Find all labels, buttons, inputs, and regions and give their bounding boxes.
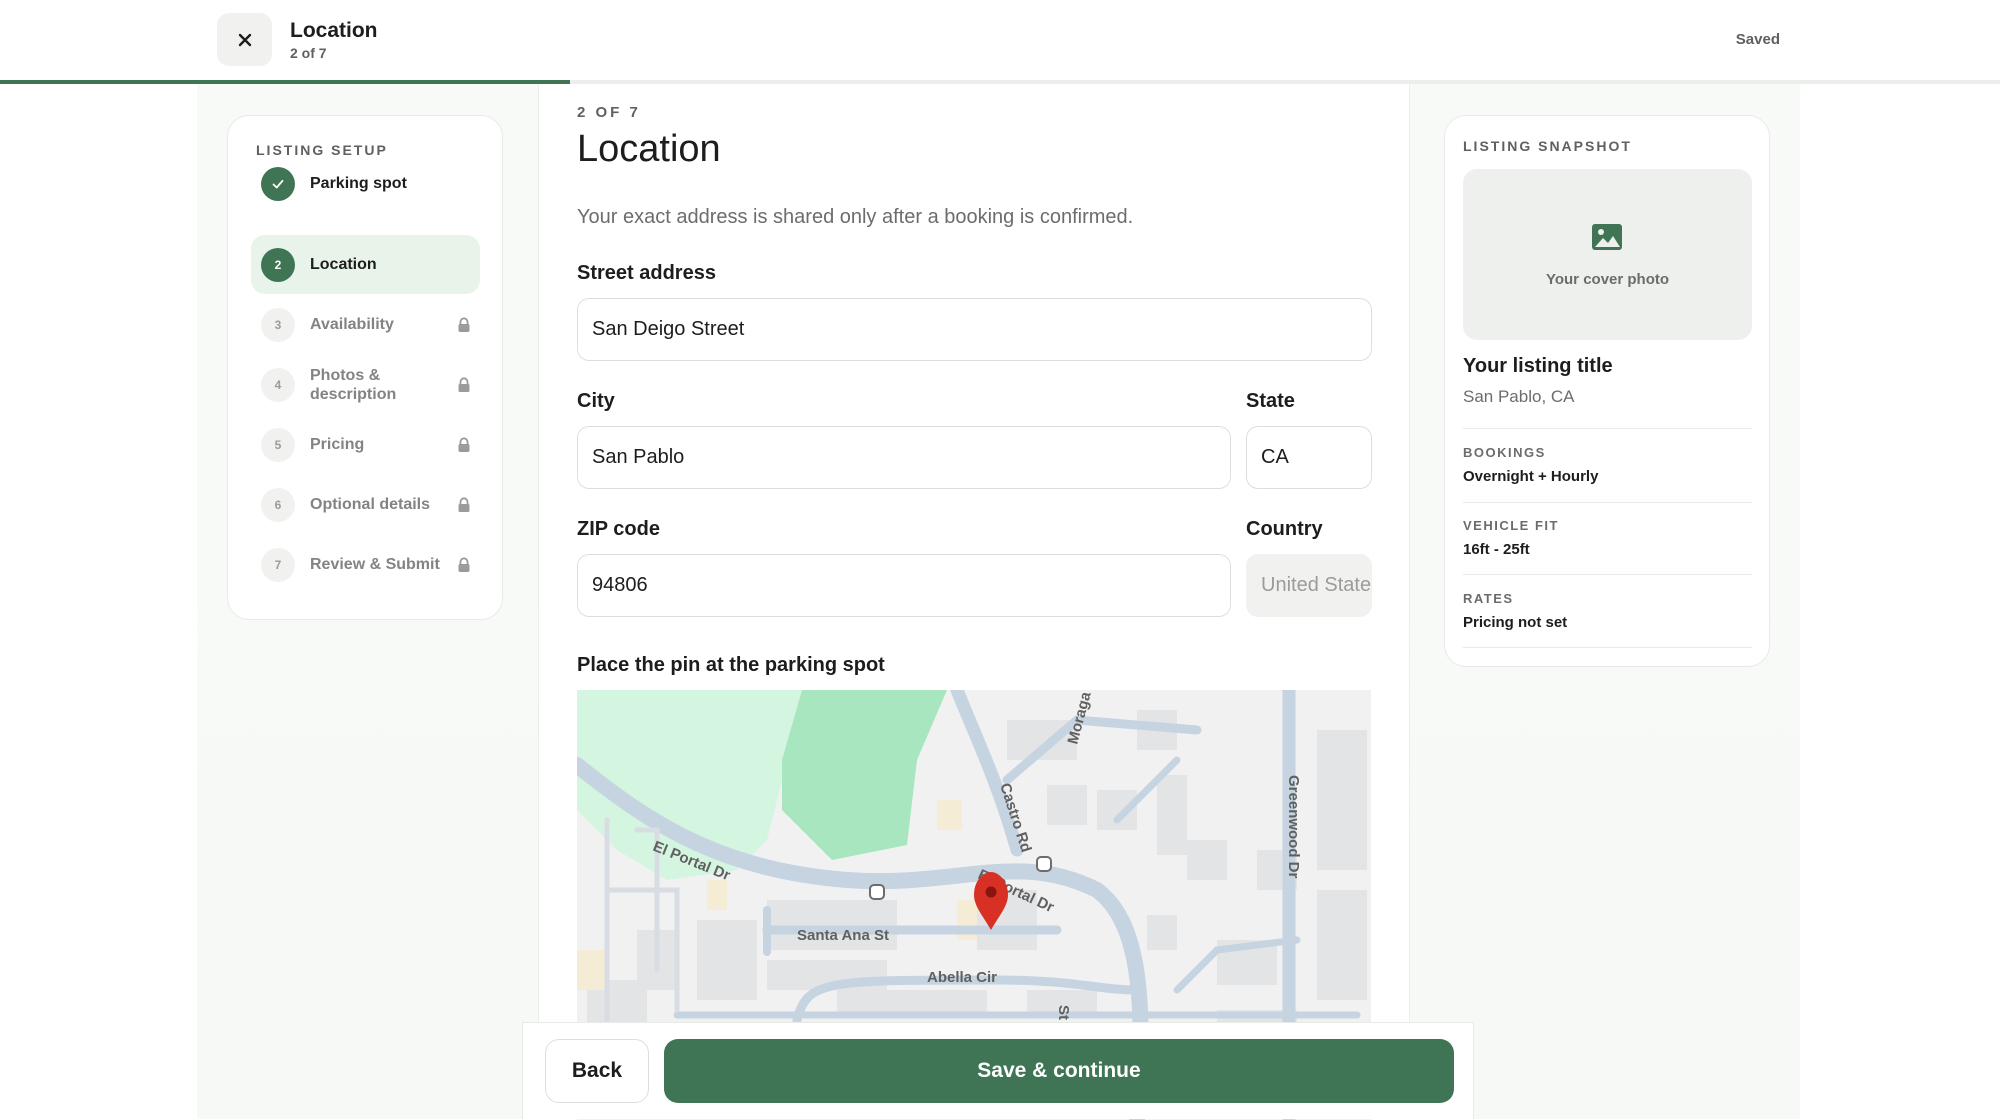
city-label: City <box>577 390 615 412</box>
back-button[interactable]: Back <box>545 1039 649 1103</box>
step-label: Optional details <box>310 496 431 513</box>
step-pricing: 5 Pricing <box>251 415 480 474</box>
snapshot-heading: LISTING SNAPSHOT <box>1463 138 1632 154</box>
step-label: Photos & description <box>310 366 397 403</box>
bookings-label: BOOKINGS <box>1463 445 1546 460</box>
street-label-santa-ana-st: Santa Ana St <box>797 927 889 944</box>
location-form: 2 OF 7 Location Your exact address is sh… <box>538 84 1410 1120</box>
divider <box>1463 502 1752 503</box>
country-input: United States <box>1246 554 1372 617</box>
vehicle-fit-label: VEHICLE FIT <box>1463 518 1559 533</box>
save-continue-button[interactable]: Save & continue <box>664 1039 1454 1103</box>
step-photos-description: 4 Photos & description <box>251 355 480 414</box>
step-number: 7 <box>261 547 295 582</box>
step-label: Availability <box>310 316 394 333</box>
street-label-greenwood-dr: Greenwood Dr <box>1285 775 1302 879</box>
street-label-st: St <box>1055 1005 1072 1020</box>
privacy-note: Your exact address is shared only after … <box>577 206 1134 228</box>
step-label: Pricing <box>310 436 365 453</box>
close-button[interactable] <box>217 13 272 66</box>
header-title: Location <box>290 19 378 42</box>
step-number: 6 <box>261 487 295 522</box>
bookings-value: Overnight + Hourly <box>1463 468 1599 485</box>
listing-location: San Pablo, CA <box>1463 387 1575 406</box>
lock-icon <box>458 316 470 332</box>
listing-setup-steps: LISTING SETUP Parking spot 2 Location 3 … <box>227 115 503 620</box>
state-label: State <box>1246 390 1295 412</box>
page-title: Location <box>577 128 721 170</box>
rates-value: Pricing not set <box>1463 614 1568 631</box>
step-label: Location <box>310 256 377 273</box>
check-icon <box>261 166 295 201</box>
country-label: Country <box>1246 518 1323 540</box>
street-label-abella-cir: Abella Cir <box>927 969 997 986</box>
zip-code-input[interactable]: 94806 <box>577 554 1231 617</box>
top-bar: Location 2 of 7 Saved <box>0 0 2000 84</box>
lock-icon <box>458 436 470 452</box>
step-number: 4 <box>261 367 295 402</box>
action-bar: Back Save & continue <box>522 1022 1474 1119</box>
street-address-label: Street address <box>577 262 716 284</box>
save-status: Saved <box>1735 31 1780 48</box>
step-label: Parking spot <box>310 175 407 192</box>
map-label: Place the pin at the parking spot <box>577 654 885 676</box>
step-number: 2 <box>261 247 295 282</box>
zip-code-label: ZIP code <box>577 518 660 540</box>
image-icon <box>1592 224 1622 250</box>
step-location[interactable]: 2 Location <box>251 235 480 294</box>
step-availability: 3 Availability <box>251 295 480 354</box>
lock-icon <box>458 496 470 512</box>
step-number: 3 <box>261 307 295 342</box>
step-review-submit: 7 Review & Submit <box>251 535 480 594</box>
cover-photo-placeholder: Your cover photo <box>1463 169 1752 340</box>
step-eyebrow: 2 OF 7 <box>577 104 641 121</box>
step-label: Review & Submit <box>310 556 440 573</box>
vehicle-fit-value: 16ft - 25ft <box>1463 541 1530 558</box>
close-icon <box>238 33 251 46</box>
lock-icon <box>458 376 470 392</box>
rates-label: RATES <box>1463 591 1514 606</box>
divider <box>1463 647 1752 648</box>
street-address-input[interactable]: San Deigo Street <box>577 298 1372 361</box>
listing-snapshot: LISTING SNAPSHOT Your cover photo Your l… <box>1444 115 1770 667</box>
state-input[interactable]: CA <box>1246 426 1372 489</box>
divider <box>1463 428 1752 429</box>
city-input[interactable]: San Pablo <box>577 426 1231 489</box>
listing-title: Your listing title <box>1463 355 1613 377</box>
divider <box>1463 574 1752 575</box>
header-step-counter: 2 of 7 <box>290 45 327 61</box>
step-number: 5 <box>261 427 295 462</box>
step-parking-spot[interactable]: Parking spot <box>251 154 480 213</box>
lock-icon <box>458 556 470 572</box>
step-optional-details: 6 Optional details <box>251 475 480 534</box>
cover-photo-text: Your cover photo <box>1545 271 1670 288</box>
